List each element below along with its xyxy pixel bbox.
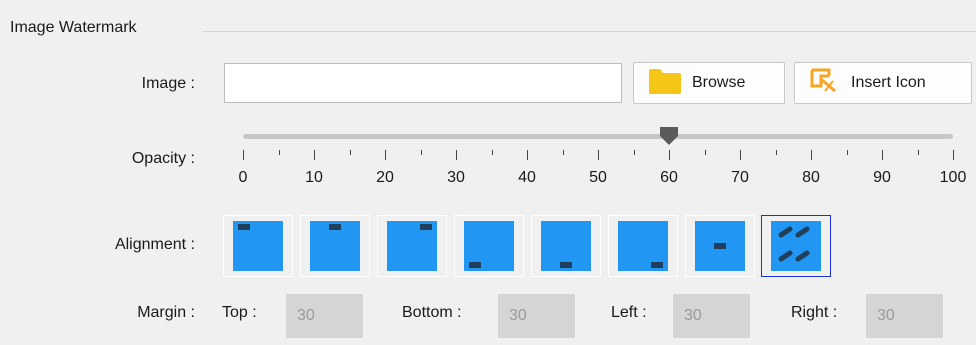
margin-top-field[interactable]: 30: [286, 294, 363, 338]
margin-bottom-field[interactable]: 30: [498, 294, 575, 338]
tick-label: 90: [873, 169, 891, 186]
insert-icon-label: Insert Icon: [851, 74, 926, 91]
tick-label: 40: [518, 169, 536, 186]
minor-tick: [421, 150, 422, 155]
major-tick: [456, 150, 457, 160]
tick-label: 100: [939, 169, 967, 186]
alignment-bottom-right-button[interactable]: [608, 215, 678, 277]
tick-label: 60: [660, 169, 678, 186]
minor-tick: [563, 150, 564, 155]
major-tick: [243, 150, 244, 160]
group-title: Image Watermark: [10, 19, 137, 36]
major-tick: [598, 150, 599, 160]
align-bottom-left-icon: [464, 221, 514, 271]
minor-tick: [279, 150, 280, 155]
alignment-top-right-button[interactable]: [377, 215, 447, 277]
alignment-bottom-center-button[interactable]: [531, 215, 601, 277]
minor-tick: [918, 150, 919, 155]
major-tick: [314, 150, 315, 160]
align-bottom-right-icon: [618, 221, 668, 271]
margin-top-label: Top :: [222, 304, 257, 321]
margin-right-label: Right :: [791, 304, 838, 321]
alignment-tile-button[interactable]: [761, 215, 831, 277]
tick-label: 0: [238, 169, 248, 186]
minor-tick: [776, 150, 777, 155]
browse-button[interactable]: Browse: [633, 62, 785, 104]
tick-label: 30: [447, 169, 465, 186]
align-top-center-icon: [310, 221, 360, 271]
major-tick: [385, 150, 386, 160]
tick-label: 10: [305, 169, 323, 186]
browse-label: Browse: [692, 74, 746, 91]
group-divider: [203, 31, 976, 32]
minor-tick: [350, 150, 351, 155]
image-label: Image :: [141, 75, 195, 92]
minor-tick: [492, 150, 493, 155]
align-top-left-icon: [233, 221, 283, 271]
minor-tick: [847, 150, 848, 155]
margin-label: Margin :: [137, 304, 195, 321]
major-tick: [953, 150, 954, 160]
alignment-top-left-button[interactable]: [223, 215, 293, 277]
margin-left-label: Left :: [611, 304, 647, 321]
alignment-center-button[interactable]: [685, 215, 755, 277]
margin-right-field[interactable]: 30: [866, 294, 943, 338]
alignment-top-center-button[interactable]: [300, 215, 370, 277]
tick-label: 80: [802, 169, 820, 186]
minor-tick: [705, 150, 706, 155]
margin-bottom-label: Bottom :: [402, 304, 462, 321]
align-center-icon: [695, 221, 745, 271]
tick-label: 50: [589, 169, 607, 186]
insert-icon-button[interactable]: Insert Icon: [794, 62, 972, 104]
major-tick: [669, 150, 670, 160]
major-tick: [740, 150, 741, 160]
opacity-label: Opacity :: [131, 150, 195, 167]
folder-icon: [648, 67, 682, 100]
opacity-slider-thumb[interactable]: [659, 126, 679, 146]
major-tick: [811, 150, 812, 160]
align-bottom-center-icon: [541, 221, 591, 271]
tick-label: 20: [376, 169, 394, 186]
tick-label: 70: [731, 169, 749, 186]
opacity-slider-track[interactable]: [243, 134, 953, 139]
alignment-bottom-left-button[interactable]: [454, 215, 524, 277]
major-tick: [527, 150, 528, 160]
image-path-input[interactable]: [224, 63, 622, 103]
margin-left-field[interactable]: 30: [673, 294, 750, 338]
insert-icon-icon: [809, 67, 837, 100]
alignment-label: Alignment :: [114, 236, 195, 253]
minor-tick: [634, 150, 635, 155]
align-top-right-icon: [387, 221, 437, 271]
major-tick: [882, 150, 883, 160]
align-tile-icon: [771, 221, 821, 271]
